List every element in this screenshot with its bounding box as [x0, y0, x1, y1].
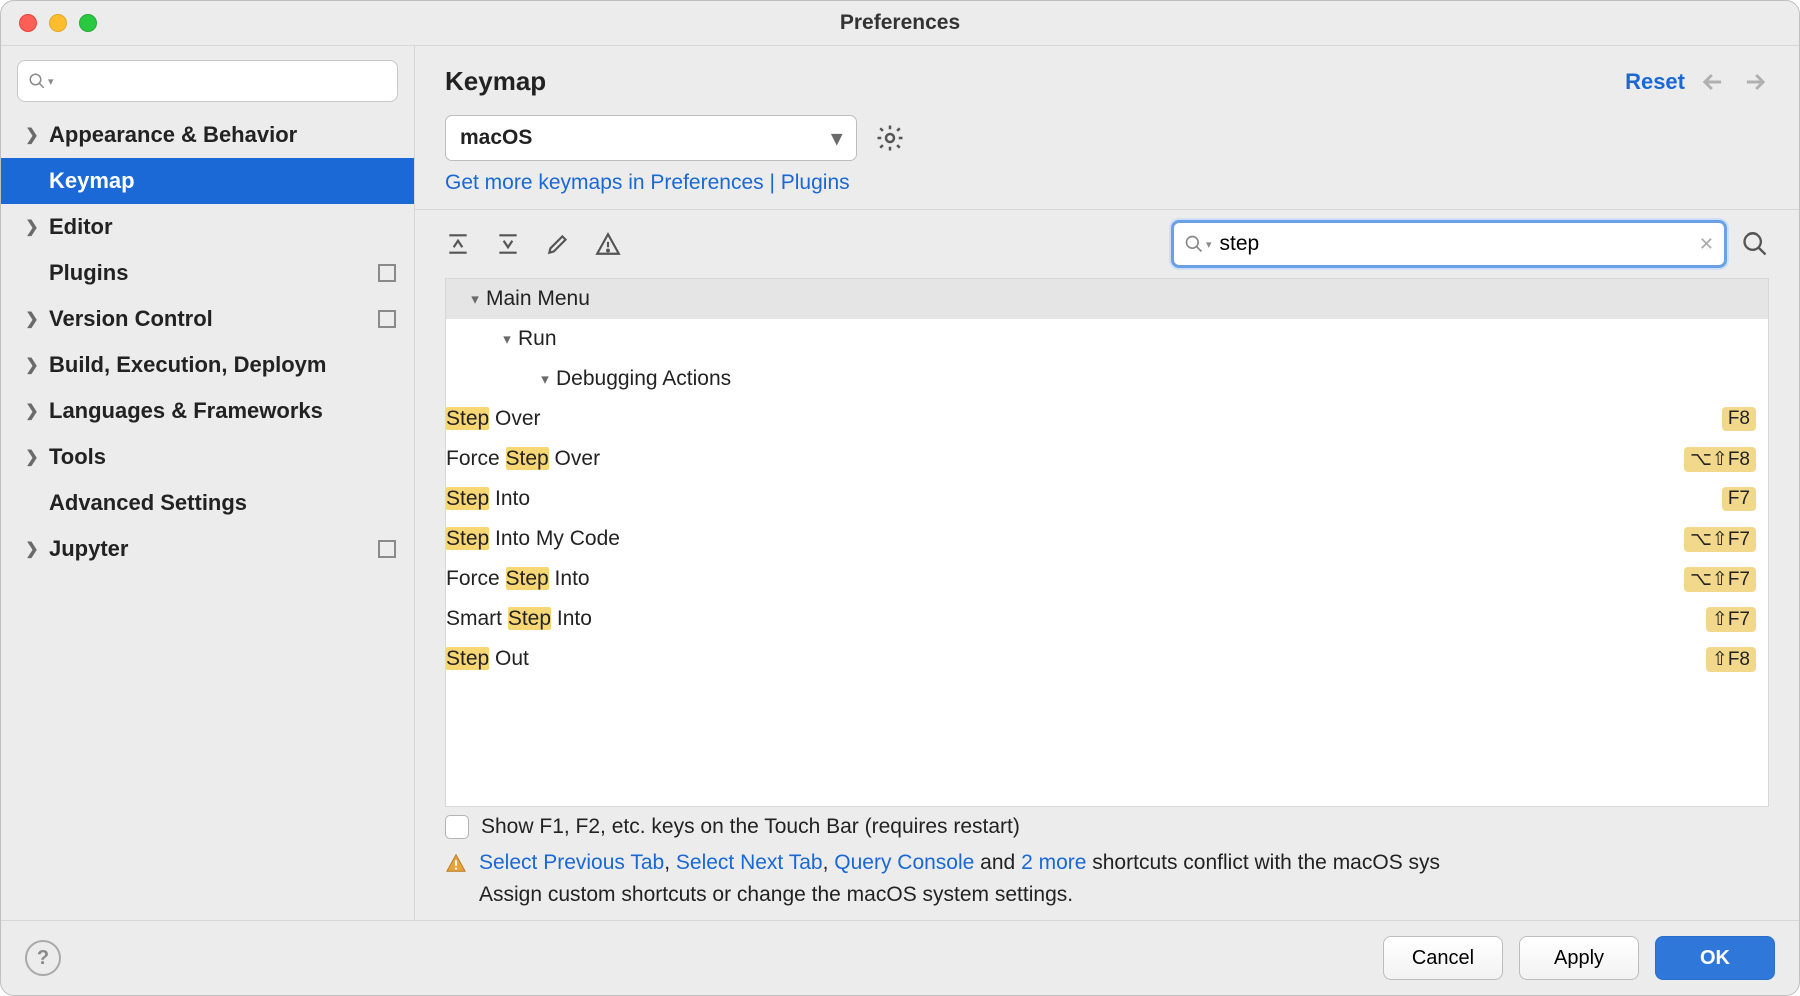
chevron-right-icon: ❯: [25, 401, 39, 421]
clear-search-icon[interactable]: ✕: [1699, 234, 1714, 255]
expand-all-icon[interactable]: [445, 231, 471, 257]
footer: ? Cancel Apply OK: [1, 920, 1799, 995]
actions-tree[interactable]: ▾ Main Menu ▾ Run ▾ Debugging Actions St…: [445, 278, 1769, 807]
search-icon: [28, 72, 46, 90]
tree-label: Run: [518, 327, 1756, 351]
keymap-select-value: macOS: [460, 126, 532, 150]
help-button[interactable]: ?: [25, 940, 61, 976]
action-row[interactable]: Step Into My Code⌥⇧F7: [446, 519, 1768, 559]
sidebar-search[interactable]: ▾: [17, 60, 398, 102]
chevron-right-icon: ❯: [25, 125, 39, 145]
sidebar-item-label: Jupyter: [49, 536, 128, 562]
apply-button[interactable]: Apply: [1519, 936, 1639, 980]
chevron-down-icon: ▾: [464, 290, 486, 308]
sidebar-item-label: Plugins: [49, 260, 128, 286]
chevron-right-icon: ❯: [25, 217, 39, 237]
action-label: Force Step Into: [446, 567, 1684, 591]
action-row[interactable]: Smart Step Into⇧F7: [446, 599, 1768, 639]
sidebar-item[interactable]: ❯ Jupyter: [1, 526, 414, 572]
search-icon: [1184, 234, 1204, 254]
shortcut-badge: ⇧F8: [1706, 647, 1756, 672]
tree-label: Debugging Actions: [556, 367, 1756, 391]
gear-icon[interactable]: [875, 123, 905, 153]
touchbar-checkbox[interactable]: [445, 815, 469, 839]
tree-group-debugging-actions[interactable]: ▾ Debugging Actions: [446, 359, 1768, 399]
action-row[interactable]: Step Out⇧F8: [446, 639, 1768, 679]
chevron-down-icon: ▾: [496, 330, 518, 348]
sidebar-item[interactable]: ❯ Version Control: [1, 296, 414, 342]
sidebar-item[interactable]: ❯ Languages & Frameworks: [1, 388, 414, 434]
touchbar-checkbox-label: Show F1, F2, etc. keys on the Touch Bar …: [481, 815, 1020, 839]
action-label: Step Into My Code: [446, 527, 1684, 551]
main-panel: Keymap Reset macOS ▾ Get more keymaps in…: [415, 46, 1799, 920]
chevron-right-icon: ❯: [25, 355, 39, 375]
sidebar-item[interactable]: ❯ Editor: [1, 204, 414, 250]
project-settings-icon: [378, 540, 396, 558]
sidebar-item-label: Languages & Frameworks: [49, 398, 323, 424]
sidebar-item[interactable]: Plugins: [1, 250, 414, 296]
sidebar-item-label: Appearance & Behavior: [49, 122, 297, 148]
conflict-link[interactable]: Select Next Tab: [676, 851, 823, 874]
project-settings-icon: [378, 310, 396, 328]
chevron-down-icon: ▾: [831, 126, 842, 151]
sidebar-item-label: Version Control: [49, 306, 213, 332]
chevron-right-icon: ❯: [25, 309, 39, 329]
chevron-right-icon: ❯: [25, 539, 39, 559]
sidebar: ▾ ❯ Appearance & Behavior Keymap ❯ Editor Plu…: [1, 46, 415, 920]
forward-icon[interactable]: [1741, 68, 1769, 96]
sidebar-item[interactable]: Keymap: [1, 158, 414, 204]
conflict-link[interactable]: Select Previous Tab: [479, 851, 664, 874]
conflict-link[interactable]: Query Console: [834, 851, 974, 874]
shortcut-badge: ⌥⇧F7: [1684, 567, 1756, 592]
warning-icon[interactable]: [595, 231, 621, 257]
action-search-input[interactable]: [1212, 231, 1699, 257]
sidebar-item-label: Tools: [49, 444, 106, 470]
reset-link[interactable]: Reset: [1625, 69, 1685, 95]
chevron-right-icon: ❯: [25, 447, 39, 467]
back-icon[interactable]: [1699, 68, 1727, 96]
conflict-more-link[interactable]: 2 more: [1021, 851, 1086, 874]
sidebar-search-input[interactable]: [54, 70, 387, 93]
action-row[interactable]: Force Step Into⌥⇧F7: [446, 559, 1768, 599]
shortcut-badge: ⌥⇧F7: [1684, 527, 1756, 552]
sidebar-item[interactable]: Advanced Settings: [1, 480, 414, 526]
chevron-down-icon: ▾: [534, 370, 556, 388]
action-label: Step Out: [446, 647, 1706, 671]
sidebar-item-label: Advanced Settings: [49, 490, 247, 516]
tree-group-main-menu[interactable]: ▾ Main Menu: [446, 279, 1768, 319]
action-row[interactable]: Force Step Over⌥⇧F8: [446, 439, 1768, 479]
sidebar-item[interactable]: ❯ Appearance & Behavior: [1, 112, 414, 158]
action-row[interactable]: Step OverF8: [446, 399, 1768, 439]
action-label: Step Into: [446, 487, 1722, 511]
cancel-button[interactable]: Cancel: [1383, 936, 1503, 980]
warning-triangle-icon: [445, 852, 467, 874]
sidebar-item[interactable]: ❯ Tools: [1, 434, 414, 480]
ok-button[interactable]: OK: [1655, 936, 1775, 980]
shortcut-badge: ⌥⇧F8: [1684, 447, 1756, 472]
sidebar-item-label: Editor: [49, 214, 113, 240]
tree-group-run[interactable]: ▾ Run: [446, 319, 1768, 359]
find-shortcut-icon[interactable]: [1741, 230, 1769, 258]
tree-label: Main Menu: [486, 287, 1756, 311]
shortcut-badge: F8: [1722, 407, 1756, 431]
more-keymaps-link[interactable]: Get more keymaps in Preferences | Plugin…: [445, 171, 850, 194]
collapse-all-icon[interactable]: [495, 231, 521, 257]
action-search[interactable]: ▾ ✕: [1171, 220, 1727, 268]
action-row[interactable]: Step IntoF7: [446, 479, 1768, 519]
shortcut-badge: ⇧F7: [1706, 607, 1756, 632]
action-label: Force Step Over: [446, 447, 1684, 471]
titlebar: Preferences: [1, 1, 1799, 46]
edit-shortcut-icon[interactable]: [545, 231, 571, 257]
sidebar-item-label: Build, Execution, Deploym: [49, 352, 326, 378]
project-settings-icon: [378, 264, 396, 282]
sidebar-item-label: Keymap: [49, 168, 135, 194]
sidebar-item[interactable]: ❯ Build, Execution, Deploym: [1, 342, 414, 388]
keymap-select[interactable]: macOS ▾: [445, 115, 857, 161]
page-title: Keymap: [445, 66, 1611, 97]
action-label: Smart Step Into: [446, 607, 1706, 631]
conflicts-warning: Select Previous Tab, Select Next Tab, Qu…: [415, 843, 1799, 920]
action-label: Step Over: [446, 407, 1722, 431]
shortcut-badge: F7: [1722, 487, 1756, 511]
window-title: Preferences: [1, 11, 1799, 35]
